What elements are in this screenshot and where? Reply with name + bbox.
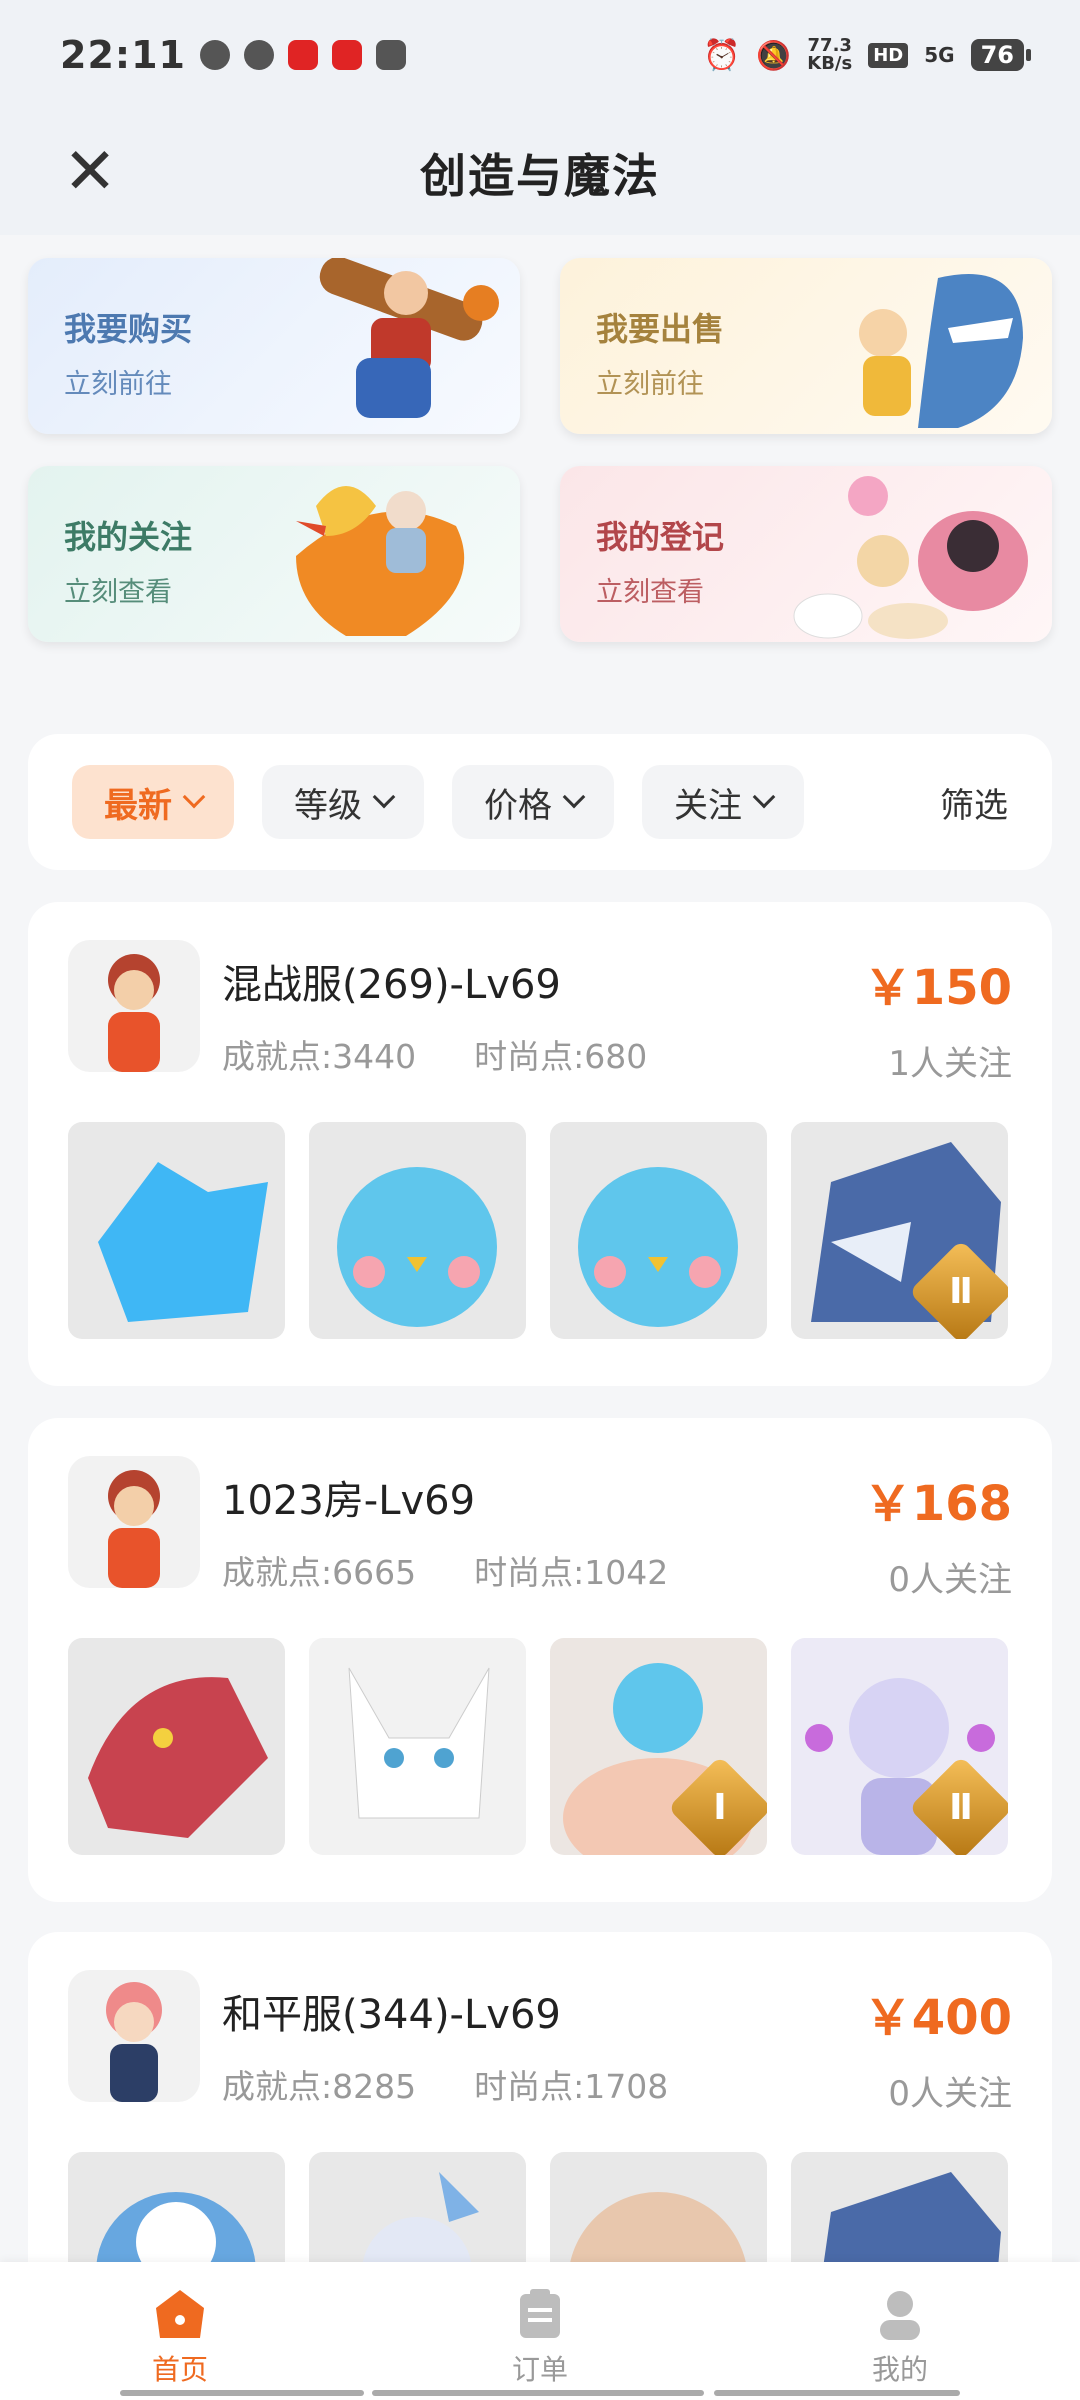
sort-price-button[interactable]: 价格: [452, 765, 614, 839]
avatar: [68, 940, 200, 1072]
item-thumbnail[interactable]: Ⅰ: [550, 1638, 767, 1855]
buy-card[interactable]: 我要购买 立刻前往: [28, 258, 520, 434]
system-icons: ⏰ 🔕 77.3 KB/s HD 5G 76: [703, 35, 1032, 74]
character-illustration: [296, 486, 465, 636]
fashion-points: 时尚点:1708: [474, 2067, 669, 2106]
nav-profile[interactable]: 我的: [720, 2262, 1080, 2400]
chevron-down-icon: [372, 785, 396, 809]
page-title: 创造与魔法: [420, 148, 660, 203]
item-thumbnail[interactable]: [68, 1638, 285, 1855]
follow-card[interactable]: 我的关注 立刻查看: [28, 466, 520, 642]
sort-follow-button[interactable]: 关注: [642, 765, 804, 839]
bottom-nav: 首页 订单 我的: [0, 2262, 1080, 2400]
nav-label: 订单: [511, 2353, 568, 2386]
gesture-bar: [120, 2390, 364, 2396]
listing-title: 混战服(269)-Lv69: [222, 962, 561, 1008]
item-thumbnails: Ⅰ Ⅱ: [68, 1638, 1012, 1855]
item-thumbnail[interactable]: [309, 1122, 526, 1339]
filter-button[interactable]: 筛选: [940, 778, 1008, 827]
notification-icons: [199, 40, 406, 70]
listing-price: ￥400: [863, 1990, 1012, 2046]
nav-label: 首页: [151, 2353, 208, 2386]
item-thumbnail[interactable]: Ⅱ: [791, 1122, 1008, 1339]
signal-icon: 5G: [924, 43, 955, 67]
sort-latest-button[interactable]: 最新: [72, 765, 234, 839]
profile-icon: [880, 2291, 920, 2340]
character-illustration: [793, 476, 1028, 639]
app-notification-icon: [331, 40, 362, 70]
chevron-down-icon: [752, 785, 776, 809]
item-thumbnails: Ⅱ: [68, 1122, 1012, 1339]
achievement-points: 成就点:3440: [222, 1037, 417, 1076]
follower-count: 0人关注: [888, 2074, 1012, 2114]
app-notification-icon: [287, 40, 318, 70]
close-icon[interactable]: ✕: [62, 132, 118, 212]
sort-level-button[interactable]: 等级: [262, 765, 424, 839]
listing-card[interactable]: 混战服(269)-Lv69 成就点:3440 时尚点:680 ￥150 1人关注 …: [28, 902, 1052, 1386]
alarm-icon: ⏰: [703, 37, 741, 73]
chevron-down-icon: [182, 785, 206, 809]
tier-badge: Ⅱ: [908, 1755, 1008, 1855]
play-icon: [375, 40, 406, 70]
feature-cards: 我要购买 立刻前往 我要出售 立刻前往 我的关注 立刻查看 我的登记 立刻查看: [28, 258, 1052, 642]
item-thumbnail[interactable]: [309, 1638, 526, 1855]
listing-title: 1023房-Lv69: [222, 1478, 476, 1524]
avatar: [68, 1456, 200, 1588]
chevron-down-icon: [562, 785, 586, 809]
listing-title: 和平服(344)-Lv69: [222, 1992, 561, 2038]
nav-home[interactable]: 首页: [0, 2262, 360, 2400]
achievement-points: 成就点:6665: [222, 1553, 417, 1592]
gesture-bar: [714, 2390, 960, 2396]
item-thumbnail[interactable]: [68, 1122, 285, 1339]
listing-price: ￥150: [863, 960, 1012, 1016]
follower-count: 0人关注: [888, 1560, 1012, 1600]
item-thumbnail[interactable]: Ⅱ: [791, 1638, 1008, 1855]
achievement-points: 成就点:8285: [222, 2067, 417, 2106]
fashion-points: 时尚点:1042: [474, 1553, 669, 1592]
character-illustration: [319, 258, 499, 418]
item-thumbnail[interactable]: [550, 1122, 767, 1339]
status-time: 22:11: [60, 33, 186, 77]
nav-orders[interactable]: 订单: [360, 2262, 720, 2400]
filter-bar: 最新 等级 价格 关注 筛选: [28, 734, 1052, 870]
battery-icon: 76: [970, 39, 1032, 71]
mute-icon: 🔕: [756, 38, 792, 72]
nav-label: 我的: [871, 2353, 928, 2386]
app-header: ✕ 创造与魔法: [0, 110, 1080, 235]
location-icon: [243, 40, 274, 70]
status-bar: 22:11 ⏰ 🔕 77.3 KB/s HD 5G 76: [0, 0, 1080, 110]
sell-card[interactable]: 我要出售 立刻前往: [560, 258, 1052, 434]
hd-icon: HD: [868, 42, 909, 68]
order-icon: [520, 2289, 560, 2338]
network-speed: 77.3 KB/s: [807, 35, 853, 74]
gesture-bar: [372, 2390, 704, 2396]
character-illustration: [859, 274, 1023, 428]
follower-count: 1人关注: [888, 1044, 1012, 1084]
fashion-points: 时尚点:680: [474, 1037, 648, 1076]
avatar: [68, 1970, 200, 2102]
listing-price: ￥168: [863, 1476, 1012, 1532]
message-icon: [199, 40, 230, 70]
tier-badge: Ⅱ: [908, 1239, 1008, 1339]
home-icon: [156, 2290, 204, 2338]
tier-badge: Ⅰ: [667, 1755, 767, 1855]
listing-card[interactable]: 1023房-Lv69 成就点:6665 时尚点:1042 ￥168 0人关注 Ⅰ …: [28, 1418, 1052, 1902]
register-card[interactable]: 我的登记 立刻查看: [560, 466, 1052, 642]
